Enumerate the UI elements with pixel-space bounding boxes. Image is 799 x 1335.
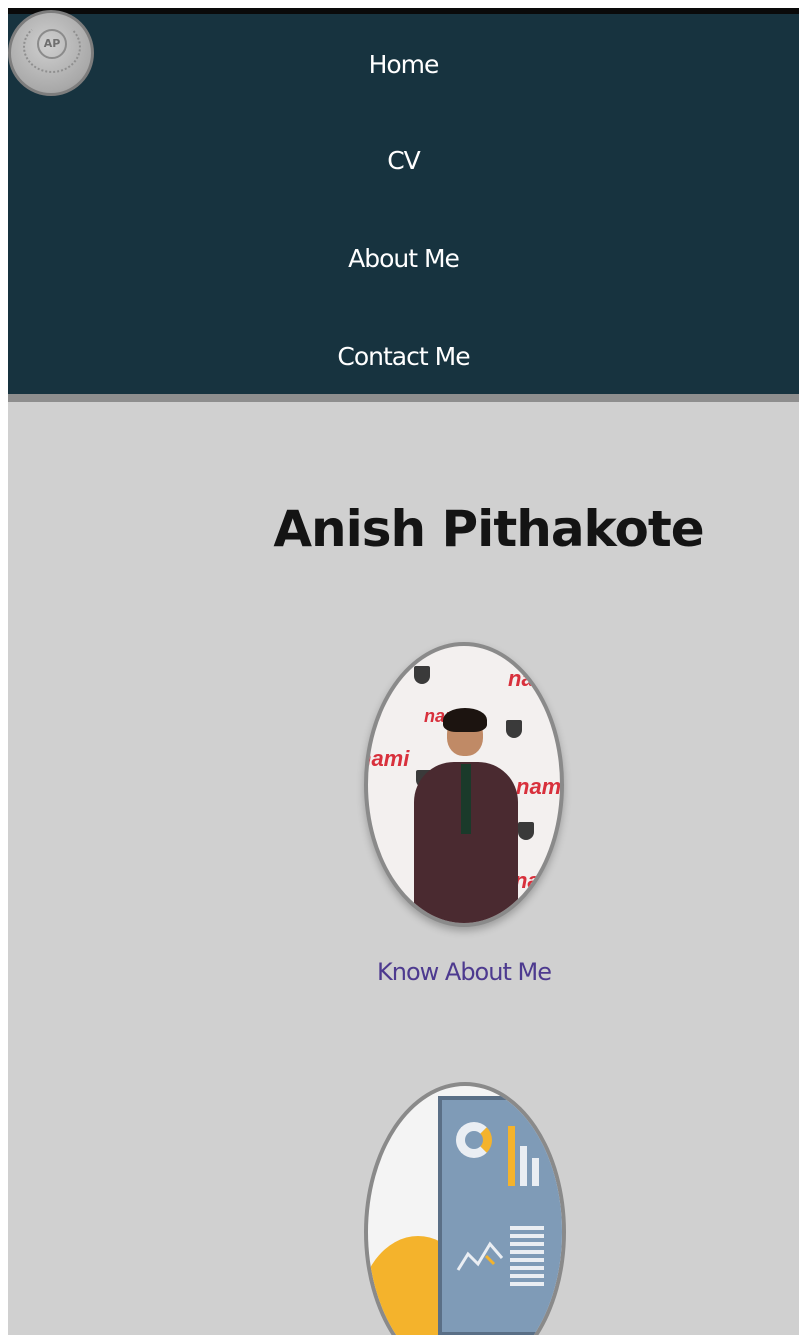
dashboard-illustration[interactable]	[364, 1082, 566, 1335]
nav-item-cv[interactable]: CV	[8, 146, 799, 175]
person-tie	[461, 764, 471, 834]
line-chart-icon	[456, 1241, 504, 1271]
profile-photo[interactable]: nami nami nami nami nami	[364, 642, 564, 927]
banner-logo: nami	[368, 746, 410, 771]
nav-item-about-me[interactable]: About Me	[8, 244, 799, 273]
donut-chart-icon	[456, 1122, 492, 1158]
page-title: Anish Pithakote	[273, 500, 704, 558]
shield-icon	[506, 720, 522, 738]
navbar: AP Home CV About Me Contact Me	[8, 10, 799, 402]
bar-chart-icon	[508, 1116, 548, 1186]
bar	[532, 1158, 539, 1186]
banner-logo: nami	[514, 868, 564, 893]
bar	[520, 1146, 527, 1186]
page-frame: AP Home CV About Me Contact Me Anish Pit…	[8, 8, 799, 1335]
shield-icon	[518, 822, 534, 840]
bar	[508, 1126, 515, 1186]
know-about-me-link[interactable]: Know About Me	[364, 958, 564, 986]
banner-logo: nami	[508, 666, 560, 691]
shield-icon	[414, 666, 430, 684]
person-hair	[443, 708, 487, 732]
nav-item-home[interactable]: Home	[8, 50, 799, 79]
table-grid-icon	[510, 1226, 544, 1286]
nav-item-contact-me[interactable]: Contact Me	[8, 342, 799, 371]
banner-logo: nami	[516, 774, 564, 799]
